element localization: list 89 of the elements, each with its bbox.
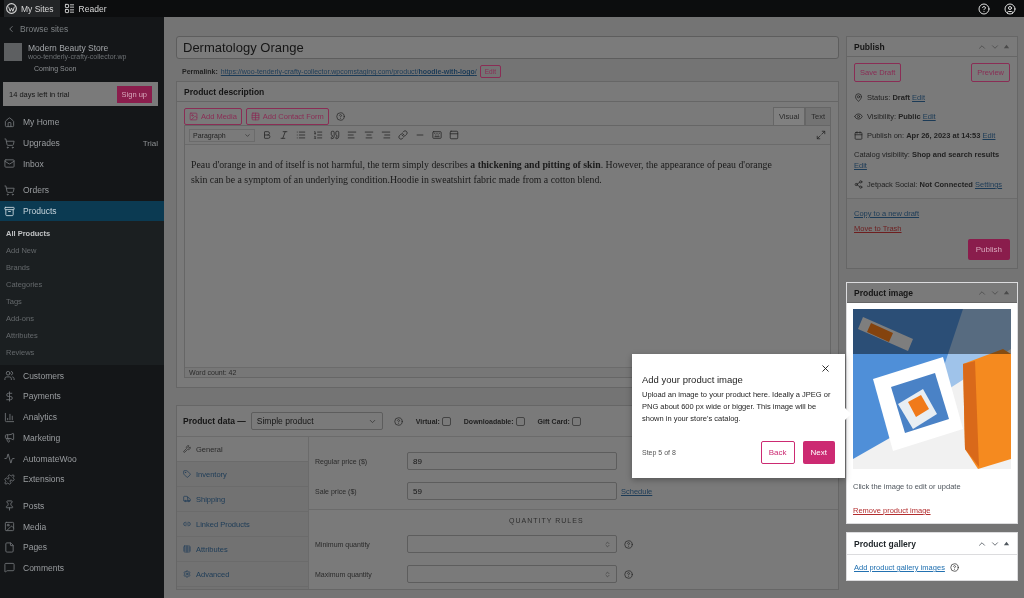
trial-label: Trial <box>142 138 158 148</box>
panel-title: Product image <box>854 287 914 298</box>
tour-title: Add your product image <box>642 374 744 385</box>
calendar-icon <box>854 131 863 140</box>
top-bar-item[interactable]: My Sites <box>4 0 60 17</box>
sidebar-item[interactable]: Payments <box>0 386 164 407</box>
sidebar-item[interactable]: Extensions <box>0 468 164 490</box>
dollar-icon <box>4 390 15 402</box>
sidebar-item[interactable]: Comments <box>0 557 164 579</box>
quantity-field[interactable] <box>407 535 617 553</box>
sidebar-item[interactable]: Orders <box>0 180 164 201</box>
mail-icon <box>4 158 15 170</box>
sidebar-item[interactable]: Customers <box>0 365 164 387</box>
link-icon[interactable] <box>398 130 408 140</box>
back-icon <box>6 23 16 34</box>
site-icon <box>4 43 22 61</box>
comment-icon <box>4 562 15 574</box>
panel-title: Publish <box>854 41 885 52</box>
wave-icon <box>4 453 15 465</box>
sidebar-item[interactable]: Upgrades Trial <box>0 132 164 154</box>
stepper-icon[interactable] <box>604 570 611 578</box>
reader-icon <box>63 3 75 14</box>
panel-title: Product gallery <box>854 538 916 549</box>
users-icon <box>4 370 15 382</box>
sidebar-item[interactable]: Products <box>0 200 164 222</box>
page-icon <box>4 541 15 553</box>
close-icon <box>820 363 831 374</box>
eye-icon <box>854 112 863 121</box>
panel-title: Product data — <box>183 416 246 426</box>
align-left-icon[interactable] <box>347 130 357 140</box>
caret-icon <box>244 131 251 139</box>
price-field[interactable]: 59 <box>407 482 617 500</box>
pin-icon <box>854 93 863 102</box>
link-icon <box>183 520 191 528</box>
publish-button[interactable]: Publish <box>967 239 1010 260</box>
sidebar-item[interactable]: Marketing <box>0 427 164 449</box>
home-icon <box>4 116 15 128</box>
italic-icon[interactable] <box>279 130 289 140</box>
share-icon <box>854 180 863 189</box>
sidebar-item[interactable]: Analytics <box>0 406 164 428</box>
quantity-field[interactable] <box>407 565 617 583</box>
align-center-icon[interactable] <box>364 130 374 140</box>
quote-icon[interactable] <box>330 130 340 140</box>
checkbox[interactable] <box>515 416 525 426</box>
panel-title: Product description <box>184 86 265 97</box>
archive-icon <box>4 205 15 217</box>
image-icon <box>4 521 15 533</box>
table-icon <box>183 545 191 553</box>
close-button[interactable] <box>820 363 831 374</box>
checkbox[interactable] <box>441 416 451 426</box>
bullet-list-icon[interactable] <box>296 130 306 140</box>
megaphone-icon <box>4 432 15 444</box>
user-icon[interactable] <box>1004 2 1016 15</box>
logo-icon <box>6 3 17 14</box>
top-bar-item[interactable]: Reader <box>61 0 113 17</box>
help-icon[interactable] <box>949 563 959 572</box>
form-icon <box>250 111 260 121</box>
sidebar-item[interactable]: My Home <box>0 112 164 133</box>
wrench-icon <box>183 445 191 453</box>
toolbar-toggle-icon[interactable] <box>449 130 459 140</box>
pin-icon <box>4 500 15 512</box>
checkbox[interactable] <box>571 416 581 426</box>
numbered-list-icon[interactable] <box>313 130 323 140</box>
settings-icon <box>183 570 191 578</box>
sidebar-item[interactable]: Media <box>0 516 164 537</box>
site-name: Modern Beauty Store <box>28 43 110 53</box>
align-right-icon[interactable] <box>381 130 391 140</box>
bold-icon[interactable] <box>262 130 272 140</box>
fullscreen-icon[interactable] <box>816 130 826 140</box>
product-type-select[interactable]: Simple product <box>250 412 383 430</box>
sidebar-item[interactable]: AutomateWoo <box>0 448 164 469</box>
tag-icon <box>183 470 191 478</box>
bar-chart-icon <box>4 411 15 423</box>
truck-icon <box>183 495 191 503</box>
sidebar-item[interactable]: Inbox <box>0 153 164 175</box>
keyboard-icon[interactable] <box>432 130 442 140</box>
browse-sites-link[interactable]: Browse sites <box>0 17 164 40</box>
cart-icon <box>4 137 15 149</box>
stepper-icon[interactable] <box>604 540 611 548</box>
puzzle-icon <box>4 473 15 485</box>
title-field[interactable]: Dermatology Orange <box>176 36 839 59</box>
cart-icon <box>4 184 15 196</box>
next-button[interactable]: Next <box>802 441 835 464</box>
back-button[interactable]: Back <box>760 441 795 464</box>
media-icon <box>189 111 198 121</box>
price-field[interactable]: 89 <box>407 452 617 470</box>
sidebar-item[interactable]: Pages <box>0 536 164 558</box>
sidebar-item[interactable]: Posts <box>0 495 164 517</box>
collapse-icon[interactable] <box>1003 540 1010 547</box>
